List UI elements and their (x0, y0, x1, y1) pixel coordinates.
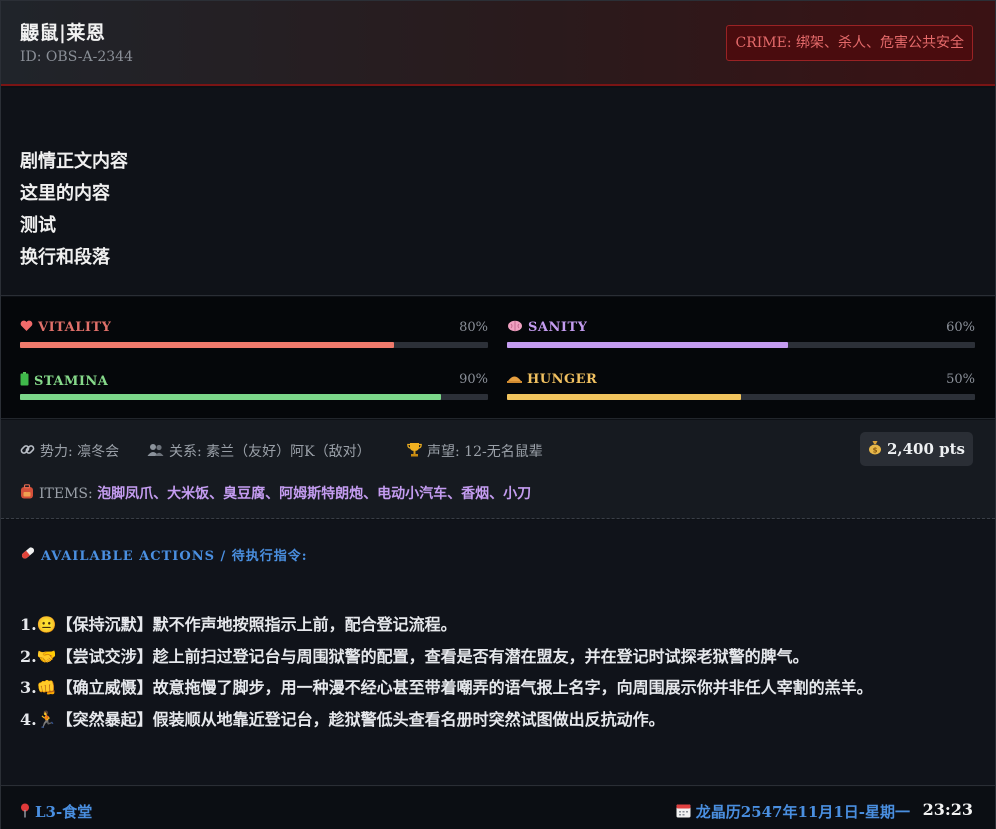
character-name: 鼹鼠|莱恩 (20, 22, 106, 44)
stats-panel: VITALITY 80% SANITY 60% STAMINA 90% HUNG… (1, 297, 995, 419)
stamina-value: 90% (459, 372, 488, 387)
pin-icon (20, 803, 30, 822)
calendar-icon (676, 803, 691, 822)
points-badge: $ 2,400 pts (859, 432, 973, 467)
items-list: 泡脚凤爪、大米饭、臭豆腐、阿姆斯特朗炮、电动小汽车、香烟、小刀 (97, 486, 532, 502)
status-footer: L3-食堂 龙晶历2547年11月1日-星期一 23:23 (1, 787, 995, 829)
sanity-bar (507, 342, 975, 348)
action-option-4[interactable]: 4.🏃【突然暴起】假装顺从地靠近登记台，趁狱警低头查看名册时突然试图做出反抗动作… (20, 704, 970, 736)
status-panel: 鼹鼠|莱恩 ID: OBS-A-2344 CRIME: 绑架、杀人、危害公共安全… (0, 0, 996, 829)
reputation-info: 声望: 12-无名鼠辈 (407, 441, 543, 461)
sanity-label: SANITY (528, 320, 588, 335)
trophy-icon (407, 442, 422, 461)
vitality-value: 80% (459, 320, 488, 335)
action-list: 1.😐【保持沉默】默不作声地按照指示上前，配合登记流程。 2.🤝【尝试交涉】趁上… (20, 609, 970, 735)
character-header: 鼹鼠|莱恩 ID: OBS-A-2344 CRIME: 绑架、杀人、危害公共安全 (1, 1, 995, 86)
hunger-bar (507, 394, 975, 400)
heart-icon (20, 320, 33, 336)
actions-panel: AVAILABLE ACTIONS / 待执行指令: 1.😐【保持沉默】默不作声… (1, 520, 995, 786)
money-bag-icon: $ (868, 433, 882, 467)
hunger-bar-fill (507, 394, 741, 400)
story-line: 测试 (20, 215, 56, 236)
people-icon (147, 443, 164, 461)
story-line: 剧情正文内容 (20, 151, 128, 172)
action-option-2[interactable]: 2.🤝【尝试交涉】趁上前扫过登记台与周围狱警的配置，查看是否有潜在盟友，并在登记… (20, 641, 970, 673)
relations-info: 关系: 素兰（友好）阿K（敌对） (147, 441, 371, 461)
battery-icon (20, 372, 29, 390)
story-line: 这里的内容 (20, 183, 110, 204)
vitality-bar (20, 342, 488, 348)
backpack-icon (20, 484, 34, 503)
action-option-3[interactable]: 3.👊【确立威慑】故意拖慢了脚步，用一种漫不经心甚至带着嘲弄的语气报上名字，向周… (20, 672, 970, 704)
sanity-bar-fill (507, 342, 788, 348)
location-info: L3-食堂 (20, 801, 92, 822)
link-icon (20, 442, 35, 461)
brain-icon (507, 320, 523, 336)
items-row: ITEMS: 泡脚凤爪、大米饭、臭豆腐、阿姆斯特朗炮、电动小汽车、香烟、小刀 (20, 483, 531, 503)
food-icon (507, 372, 522, 388)
action-option-1[interactable]: 1.😐【保持沉默】默不作声地按照指示上前，配合登记流程。 (20, 609, 970, 641)
story-line: 换行和段落 (20, 247, 110, 268)
clock-time: 23:23 (922, 800, 973, 819)
info-panel: 势力: 凛冬会 关系: 素兰（友好）阿K（敌对） 声望: 12-无名鼠辈 $ 2… (1, 420, 995, 519)
faction-info: 势力: 凛冬会 (20, 441, 119, 461)
points-value: 2,400 pts (886, 440, 965, 458)
actions-heading: AVAILABLE ACTIONS / 待执行指令: (20, 545, 308, 565)
items-label: ITEMS: (39, 486, 93, 502)
location-text: L3-食堂 (35, 803, 93, 821)
vitality-bar-fill (20, 342, 395, 348)
character-id: ID: OBS-A-2344 (20, 49, 133, 65)
svg-text:$: $ (873, 447, 878, 455)
hunger-label: HUNGER (527, 372, 598, 387)
pill-icon (20, 545, 36, 565)
vitality-label: VITALITY (38, 320, 112, 335)
stamina-bar (20, 394, 488, 400)
relations-text: 关系: 素兰（友好）阿K（敌对） (169, 444, 371, 460)
faction-text: 势力: 凛冬会 (40, 444, 120, 460)
story-text-area: 剧情正文内容 这里的内容 测试 换行和段落 (1, 88, 995, 296)
sanity-value: 60% (946, 320, 975, 335)
crime-badge: CRIME: 绑架、杀人、危害公共安全 (726, 25, 973, 61)
reputation-text: 声望: 12-无名鼠辈 (427, 444, 543, 460)
hunger-value: 50% (946, 372, 975, 387)
date-info: 龙晶历2547年11月1日-星期一 (676, 801, 910, 822)
stamina-label: STAMINA (34, 374, 109, 389)
actions-heading-text: AVAILABLE ACTIONS / 待执行指令: (41, 549, 308, 564)
stamina-bar-fill (20, 394, 442, 400)
date-text: 龙晶历2547年11月1日-星期一 (695, 803, 910, 821)
